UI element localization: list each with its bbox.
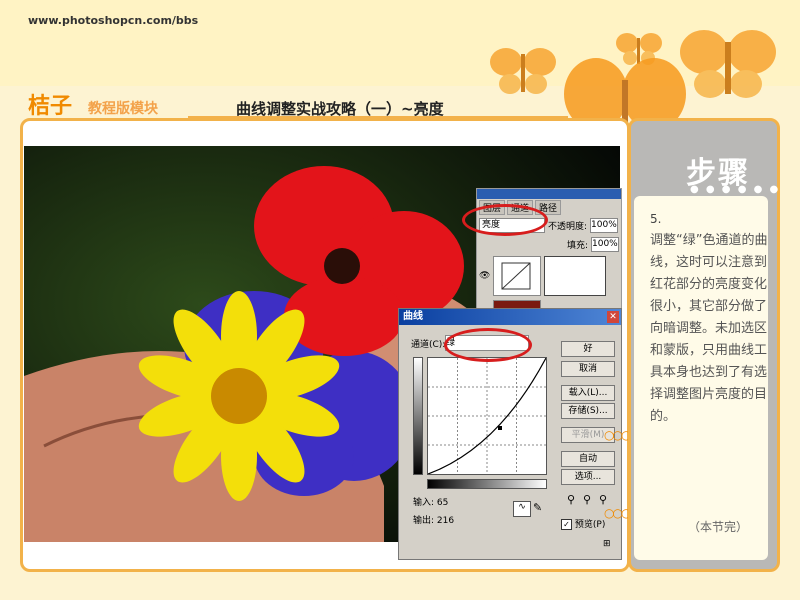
auto-button[interactable]: 自动 <box>561 451 615 467</box>
curves-layer-thumbnail[interactable] <box>493 256 542 296</box>
site-url[interactable]: www.photoshopcn.com/bbs <box>28 14 198 27</box>
brand-logo: 桔子 <box>28 93 73 119</box>
black-eyedropper-icon[interactable]: ⚲ <box>567 493 575 506</box>
dotted-divider: ● ● ● ● ● ● <box>690 184 781 195</box>
curves-dialog-title: 曲线 <box>403 311 423 322</box>
curve-tool-icon[interactable]: ∿ <box>513 501 531 517</box>
step-description: 调整“绿”色通道的曲线，这时可以注意到红花部分的亮度变化很小，其它部分做了向暗调… <box>650 233 768 424</box>
fill-input[interactable]: 100% <box>591 237 619 252</box>
step-number: 5. <box>650 212 662 226</box>
checkbox-checked-icon[interactable]: ✓ <box>561 519 572 530</box>
adjustment-layer-row[interactable]: 👁 <box>477 254 621 298</box>
curves-dialog-titlebar[interactable]: 曲线 ✕ <box>399 309 621 325</box>
curves-thumb-icon <box>501 262 531 290</box>
butterfly-icon <box>680 30 776 98</box>
opacity-input[interactable]: 100% <box>590 218 619 233</box>
gray-eyedropper-icon[interactable]: ⚲ <box>583 493 591 506</box>
output-value: 216 <box>436 516 455 526</box>
opacity-label: 不透明度: <box>548 222 588 232</box>
input-value: 65 <box>436 498 449 508</box>
cancel-button[interactable]: 取消 <box>561 361 615 377</box>
input-gradient-bar <box>427 479 547 489</box>
resize-icon[interactable]: ⊞ <box>603 539 611 549</box>
options-button[interactable]: 选项... <box>561 469 615 485</box>
highlight-ring-channel <box>444 328 532 362</box>
white-eyedropper-icon[interactable]: ⚲ <box>599 493 607 506</box>
layer-mask-thumbnail[interactable] <box>544 256 607 296</box>
save-button[interactable]: 存储(S)... <box>561 403 615 419</box>
pencil-tool-icon[interactable]: ✎ <box>533 501 542 514</box>
layers-panel-titlebar[interactable] <box>477 189 621 199</box>
input-label: 输入: <box>413 498 435 508</box>
brand-subtitle: 教程版模块 <box>88 101 158 117</box>
butterfly-icon <box>490 48 556 94</box>
input-readout: 输入: 65 <box>413 495 448 508</box>
output-readout: 输出: 216 <box>413 513 454 526</box>
curve-graph-svg <box>427 357 547 475</box>
close-icon[interactable]: ✕ <box>607 311 619 323</box>
ok-button[interactable]: 好 <box>561 341 615 357</box>
fill-label: 填充: <box>566 241 588 251</box>
end-note: （本节完） <box>688 520 749 534</box>
preview-label: 预览(P) <box>574 520 606 530</box>
curve-point[interactable] <box>498 426 502 430</box>
load-button[interactable]: 载入(L)... <box>561 385 615 401</box>
channel-label: 通道(C): <box>411 340 446 350</box>
output-gradient-bar <box>413 357 423 475</box>
highlight-ring-blend-mode <box>462 204 548 236</box>
fill-row: 填充: 100% <box>477 235 621 254</box>
curve-graph[interactable] <box>427 357 547 475</box>
preview-checkbox[interactable]: ✓ 预览(P) <box>561 517 605 530</box>
eye-icon[interactable]: 👁 <box>479 271 490 281</box>
output-label: 输出: <box>413 516 435 526</box>
